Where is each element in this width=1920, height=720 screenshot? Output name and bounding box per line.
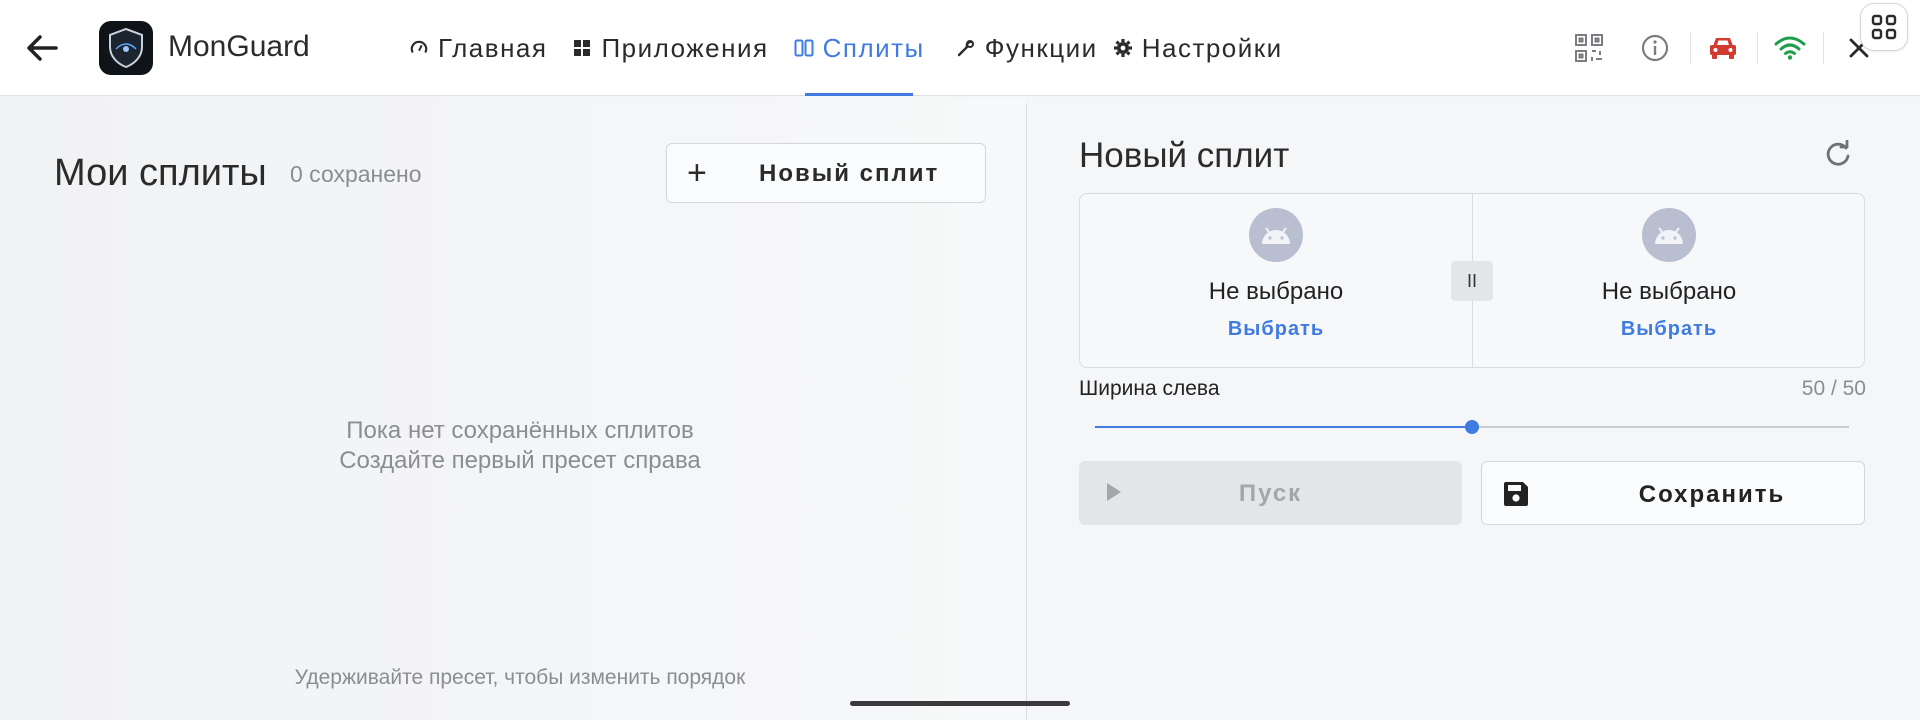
app-logo: [99, 21, 153, 75]
new-split-panel: [1027, 97, 1920, 720]
save-button-label: Сохранить: [1638, 481, 1786, 508]
left-width-value: 50 / 50: [1801, 377, 1866, 400]
swap-handle[interactable]: II: [1451, 261, 1493, 301]
tab-splits[interactable]: Сплиты: [793, 0, 925, 96]
run-button[interactable]: Пуск: [1079, 461, 1462, 525]
apps-grid-icon: [1871, 14, 1897, 40]
left-width-slider[interactable]: [1095, 420, 1849, 434]
left-app-slot[interactable]: Не выбрано Выбрать: [1080, 194, 1472, 367]
tab-functions[interactable]: Функции: [955, 0, 1098, 96]
wifi-status[interactable]: [1772, 30, 1808, 66]
info-icon: [1641, 34, 1669, 62]
apps-grid-button[interactable]: [1860, 3, 1908, 51]
main-nav: Главная Приложения Сплиты Функции Настро…: [408, 0, 1283, 96]
left-slot-app-name: Не выбрано: [1208, 278, 1344, 305]
speedometer-icon: [408, 37, 430, 59]
my-splits-title: Мои сплиты: [54, 152, 267, 194]
refresh-icon: [1826, 140, 1850, 166]
android-icon: [1642, 208, 1696, 262]
tab-settings[interactable]: Настройки: [1112, 0, 1283, 96]
new-split-button-label: Новый сплит: [759, 160, 940, 187]
android-icon: [1249, 208, 1303, 262]
tab-functions-label: Функции: [984, 32, 1098, 63]
tab-home-label: Главная: [438, 32, 548, 63]
split-columns-icon: [793, 37, 815, 59]
left-width-label: Ширина слева: [1079, 377, 1220, 400]
grid-icon: [571, 37, 593, 59]
slider-fill: [1095, 426, 1472, 428]
tab-splits-label: Сплиты: [822, 32, 925, 63]
car-mode-button[interactable]: [1705, 30, 1741, 66]
save-button[interactable]: Сохранить: [1481, 461, 1865, 525]
reorder-hint: Удерживайте пресет, чтобы изменить поряд…: [294, 666, 746, 689]
app-name: MonGuard: [168, 30, 310, 63]
tab-apps-label: Приложения: [601, 32, 769, 63]
reset-button[interactable]: [1820, 136, 1856, 172]
slider-thumb[interactable]: [1465, 420, 1479, 434]
tab-apps[interactable]: Приложения: [571, 0, 768, 96]
car-icon: [1710, 38, 1736, 59]
shield-logo-icon: [109, 27, 143, 69]
top-bar: MonGuard Главная Приложения Сплиты Функц…: [0, 0, 1920, 96]
empty-state-title: Пока нет сохранённых сплитов: [346, 417, 694, 444]
save-icon: [1504, 482, 1528, 506]
right-slot-app-name: Не выбрано: [1601, 278, 1737, 305]
home-indicator[interactable]: [850, 701, 1070, 706]
right-app-slot[interactable]: Не выбрано Выбрать: [1473, 194, 1865, 367]
new-split-button[interactable]: + Новый сплит: [666, 143, 986, 203]
wifi-icon: [1774, 36, 1806, 60]
qr-code-button[interactable]: [1571, 30, 1607, 66]
back-button[interactable]: [22, 26, 62, 70]
plus-icon: +: [687, 154, 707, 192]
tab-home[interactable]: Главная: [408, 0, 547, 96]
right-slot-pick-button[interactable]: Выбрать: [1473, 318, 1865, 341]
left-slot-pick-button[interactable]: Выбрать: [1080, 318, 1472, 341]
info-button[interactable]: [1637, 30, 1673, 66]
wrench-icon: [955, 37, 977, 59]
run-button-label: Пуск: [1238, 480, 1303, 507]
qr-code-icon: [1575, 34, 1603, 62]
tab-settings-label: Настройки: [1141, 32, 1283, 63]
new-split-title: Новый сплит: [1079, 136, 1290, 175]
arrow-back-icon: [27, 35, 58, 61]
gear-icon: [1112, 37, 1134, 59]
saved-count: 0 сохранено: [290, 161, 422, 187]
empty-state-subtitle: Создайте первый пресет справа: [339, 447, 701, 474]
